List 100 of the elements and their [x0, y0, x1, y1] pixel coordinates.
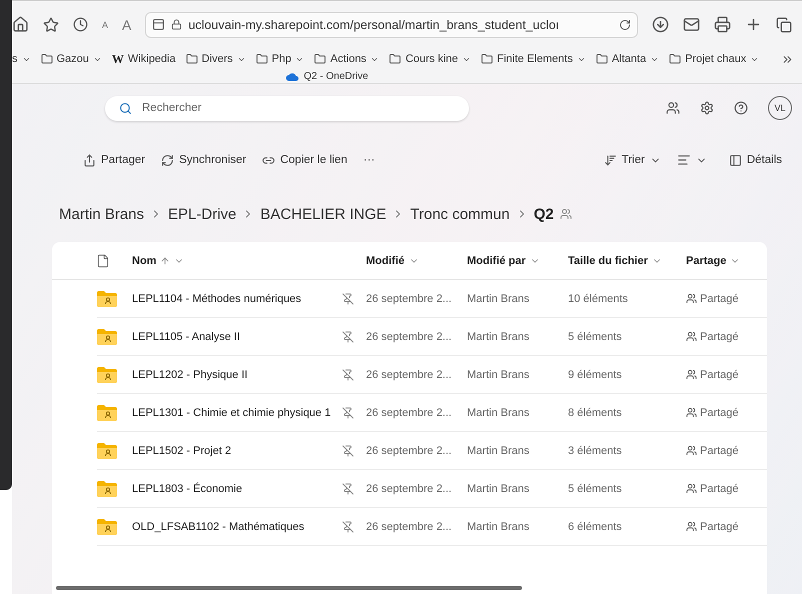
column-header[interactable]: Modifié par	[467, 254, 568, 266]
sort-arrow-icon	[160, 256, 170, 266]
sync-button[interactable]: Synchroniser	[155, 154, 252, 166]
home-icon[interactable]	[12, 16, 29, 33]
breadcrumb-link[interactable]: EPL-Drive	[168, 206, 236, 222]
scrollbar-thumb[interactable]	[56, 586, 522, 590]
folder-icon	[596, 53, 608, 65]
sort-icon	[604, 154, 617, 166]
breadcrumb-link[interactable]: Martin Brans	[59, 206, 144, 222]
copy-link-button[interactable]: Copier le lien	[256, 154, 354, 166]
lock-icon	[171, 19, 182, 30]
panel-icon	[728, 154, 742, 166]
file-name[interactable]: LEPL1105 - Analyse II	[132, 330, 240, 342]
column-label: Taille du fichier	[568, 254, 648, 266]
column-label: Partage	[686, 254, 726, 266]
file-name[interactable]: OLD_LFSAB1102 - Mathématiques	[132, 520, 304, 532]
download-icon[interactable]	[652, 16, 669, 33]
url-text: uclouvain-my.sharepoint.com/personal/martin_brans_student_ucloı	[188, 18, 560, 32]
unpin-icon[interactable]	[342, 292, 354, 304]
table-cell-text: 26 septembre 2...	[366, 482, 453, 494]
unpin-icon[interactable]	[342, 520, 354, 532]
bookmark-folder[interactable]: Gazou	[40, 53, 102, 65]
shared-folder-icon	[97, 480, 117, 496]
address-bar[interactable]: uclouvain-my.sharepoint.com/personal/martin_brans_student_ucloı	[145, 12, 638, 38]
file-name[interactable]: LEPL1104 - Méthodes numériques	[132, 292, 302, 304]
bookmark-label: Wikipedia	[128, 53, 176, 65]
table-cell-text: Martin Brans	[467, 330, 530, 342]
sort-button[interactable]: Trier	[598, 154, 667, 166]
list-icon	[676, 153, 691, 167]
share-button[interactable]: Partager	[77, 154, 152, 166]
bookmark-folder[interactable]: Altanta	[596, 53, 660, 65]
bookmark-folder[interactable]: Projet chaux	[669, 53, 760, 65]
bookmark-folder[interactable]: Actions	[314, 53, 380, 65]
more-button[interactable]: ···	[357, 154, 381, 166]
table-cell-text: Martin Brans	[467, 482, 530, 494]
search-field[interactable]: Rechercher	[105, 96, 469, 120]
cloud-icon	[286, 72, 299, 80]
table-cell-text: 26 septembre 2...	[366, 292, 453, 304]
column-label: Nom	[132, 254, 156, 266]
table-cell-text: 26 septembre 2...	[366, 444, 453, 456]
reload-icon[interactable]	[619, 18, 631, 30]
print-icon[interactable]	[714, 16, 731, 33]
unpin-icon[interactable]	[342, 406, 354, 418]
settings-icon[interactable]	[700, 101, 714, 115]
bookmark-label: Cours kine	[405, 53, 458, 65]
unpin-icon[interactable]	[342, 482, 354, 494]
file-name[interactable]: LEPL1202 - Physique II	[132, 368, 248, 380]
shared-folder-icon	[97, 442, 117, 458]
mail-icon[interactable]	[683, 16, 700, 33]
file-name[interactable]: LEPL1502 - Projet 2	[132, 444, 232, 456]
folder-icon	[256, 53, 268, 65]
details-button[interactable]: Détails	[722, 154, 788, 166]
folder-icon	[389, 53, 402, 65]
table-cell-text: 6 éléments	[568, 520, 623, 532]
bookmark-folder[interactable]: Finite Elements	[481, 53, 586, 65]
history-icon[interactable]	[73, 17, 88, 32]
shared-icon	[560, 208, 572, 220]
bookmark-folder[interactable]: W Wikipedia	[112, 52, 176, 66]
browser-tab[interactable]: Q2 - OneDrive	[286, 71, 368, 82]
table-cell-text: 3 éléments	[568, 444, 623, 456]
bookmark-folder[interactable]: Divers	[186, 53, 246, 65]
column-header[interactable]: Partage	[686, 254, 767, 266]
new-tab-icon[interactable]	[745, 16, 762, 33]
bookmark-label: s	[12, 53, 18, 65]
table-cell-text: Martin Brans	[467, 444, 530, 456]
unpin-icon[interactable]	[342, 368, 354, 380]
bookmark-label: Finite Elements	[497, 53, 573, 65]
help-icon[interactable]	[734, 101, 748, 115]
search-icon	[119, 102, 132, 114]
user-avatar[interactable]: VL	[768, 96, 792, 120]
shared-folder-icon	[97, 404, 117, 420]
star-icon[interactable]	[43, 16, 59, 32]
bookmark-label: Php	[272, 53, 292, 65]
breadcrumb-link[interactable]: BACHELIER INGE	[260, 206, 386, 222]
file-name[interactable]: LEPL1301 - Chimie et chimie physique 1	[132, 406, 331, 418]
tabs-icon[interactable]	[776, 16, 792, 32]
share-icon	[83, 154, 96, 166]
bookmark-folder[interactable]: s	[12, 53, 30, 65]
bookmark-folder[interactable]: Php	[256, 53, 304, 65]
column-header[interactable]: Nom	[132, 254, 366, 266]
table-cell-text: 5 éléments	[568, 482, 623, 494]
people-icon	[686, 293, 697, 304]
smaller-text-button[interactable]: A	[102, 20, 108, 30]
people-icon	[686, 331, 697, 342]
table-cell-text: 9 éléments	[568, 368, 623, 380]
unpin-icon[interactable]	[342, 444, 354, 456]
table-cell-text: 26 septembre 2...	[366, 406, 453, 418]
folder-icon	[40, 53, 52, 65]
larger-text-button[interactable]: A	[122, 16, 132, 32]
shared-folder-icon	[97, 366, 117, 382]
unpin-icon[interactable]	[342, 330, 354, 342]
file-name[interactable]: LEPL1803 - Économie	[132, 482, 242, 494]
breadcrumb-link[interactable]: Tronc commun	[410, 206, 510, 222]
bookmark-folder[interactable]: Cours kine	[389, 53, 472, 65]
shared-folder-icon	[97, 518, 117, 534]
column-label: Modifié	[366, 254, 404, 266]
sharing-status: Partagé	[700, 482, 739, 494]
column-header[interactable]: Taille du fichier	[568, 254, 686, 266]
column-header[interactable]: Modifié	[366, 254, 467, 266]
breadcrumb-link[interactable]: Q2	[534, 206, 554, 222]
